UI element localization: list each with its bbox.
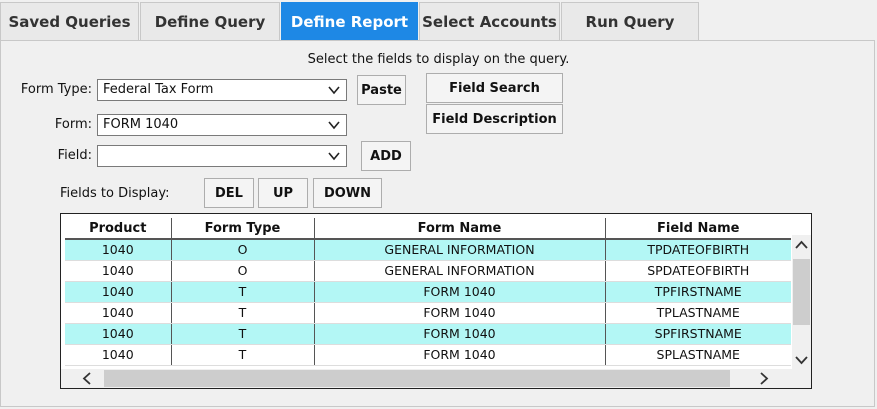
cell-form-type: O	[171, 239, 315, 261]
horizontal-scrollbar[interactable]	[61, 369, 811, 388]
cell-form-type: T	[171, 302, 315, 324]
cell-product: 1040	[65, 344, 172, 366]
cell-form-type: T	[171, 323, 315, 345]
fields-to-display-label: Fields to Display:	[60, 186, 170, 201]
chevron-up-icon[interactable]	[794, 238, 809, 253]
cell-field-name: TPLASTNAME	[605, 302, 791, 324]
form-type-label: Form Type:	[20, 82, 92, 97]
column-header-form-name[interactable]: Form Name	[314, 218, 606, 240]
cell-form-name: GENERAL INFORMATION	[314, 260, 606, 282]
chevron-down-icon[interactable]	[794, 352, 809, 367]
cell-form-type: O	[171, 260, 315, 282]
instruction-text: Select the fields to display on the quer…	[307, 52, 570, 67]
table-row[interactable]: 1040 O GENERAL INFORMATION TPDATEOFBIRTH	[65, 239, 791, 261]
field-select[interactable]	[97, 145, 347, 167]
cell-product: 1040	[65, 239, 172, 261]
chevron-down-icon	[328, 152, 340, 161]
tab-select-accounts[interactable]: Select Accounts	[419, 2, 560, 41]
table-row[interactable]: 1040 T FORM 1040 SPLASTNAME	[65, 344, 791, 366]
cell-field-name: TPDATEOFBIRTH	[605, 239, 791, 261]
cell-field-name: TPFIRSTNAME	[605, 281, 791, 303]
column-header-field-name[interactable]: Field Name	[605, 218, 791, 240]
cell-form-name: FORM 1040	[314, 344, 606, 366]
tab-bar: Saved Queries Define Query Define Report…	[0, 0, 877, 41]
cell-form-name: FORM 1040	[314, 281, 606, 303]
tab-run-query[interactable]: Run Query	[561, 2, 699, 41]
column-header-product[interactable]: Product	[65, 218, 172, 240]
column-header-form-type[interactable]: Form Type	[171, 218, 315, 240]
del-button[interactable]: DEL	[204, 178, 254, 208]
up-button[interactable]: UP	[258, 178, 308, 208]
vertical-scrollbar[interactable]	[792, 235, 811, 369]
form-type-select[interactable]: Federal Tax Form	[97, 79, 347, 101]
tab-define-report[interactable]: Define Report	[281, 2, 418, 41]
cell-form-name: GENERAL INFORMATION	[314, 239, 606, 261]
cell-form-name: FORM 1040	[314, 323, 606, 345]
table-row[interactable]: 1040 T FORM 1040 TPFIRSTNAME	[65, 281, 791, 303]
cell-field-name: SPFIRSTNAME	[605, 323, 791, 345]
fields-table: Product Form Type Form Name Field Name 1…	[65, 218, 791, 366]
down-button[interactable]: DOWN	[313, 178, 382, 208]
cell-product: 1040	[65, 281, 172, 303]
form-type-value: Federal Tax Form	[103, 82, 214, 97]
field-description-button[interactable]: Field Description	[426, 104, 563, 134]
table-row[interactable]: 1040 O GENERAL INFORMATION SPDATEOFBIRTH	[65, 260, 791, 282]
form-label: Form:	[54, 117, 92, 132]
chevron-left-icon[interactable]	[80, 371, 95, 386]
add-button[interactable]: ADD	[361, 141, 411, 171]
chevron-down-icon	[328, 121, 340, 130]
chevron-right-icon[interactable]	[756, 371, 771, 386]
cell-field-name: SPLASTNAME	[605, 344, 791, 366]
field-label: Field:	[57, 148, 92, 163]
fields-grid: Product Form Type Form Name Field Name 1…	[60, 213, 812, 389]
horizontal-scroll-thumb[interactable]	[104, 370, 730, 387]
cell-form-name: FORM 1040	[314, 302, 606, 324]
chevron-down-icon	[328, 86, 340, 95]
field-search-button[interactable]: Field Search	[426, 73, 563, 103]
cell-field-name: SPDATEOFBIRTH	[605, 260, 791, 282]
paste-button[interactable]: Paste	[357, 75, 406, 105]
tab-saved-queries[interactable]: Saved Queries	[0, 2, 139, 41]
form-value: FORM 1040	[103, 117, 179, 132]
cell-product: 1040	[65, 323, 172, 345]
table-row[interactable]: 1040 T FORM 1040 TPLASTNAME	[65, 302, 791, 324]
cell-form-type: T	[171, 281, 315, 303]
tab-define-query[interactable]: Define Query	[140, 2, 280, 41]
vertical-scroll-thumb[interactable]	[793, 259, 810, 325]
form-select[interactable]: FORM 1040	[97, 114, 347, 136]
cell-form-type: T	[171, 344, 315, 366]
cell-product: 1040	[65, 260, 172, 282]
table-row[interactable]: 1040 T FORM 1040 SPFIRSTNAME	[65, 323, 791, 345]
cell-product: 1040	[65, 302, 172, 324]
